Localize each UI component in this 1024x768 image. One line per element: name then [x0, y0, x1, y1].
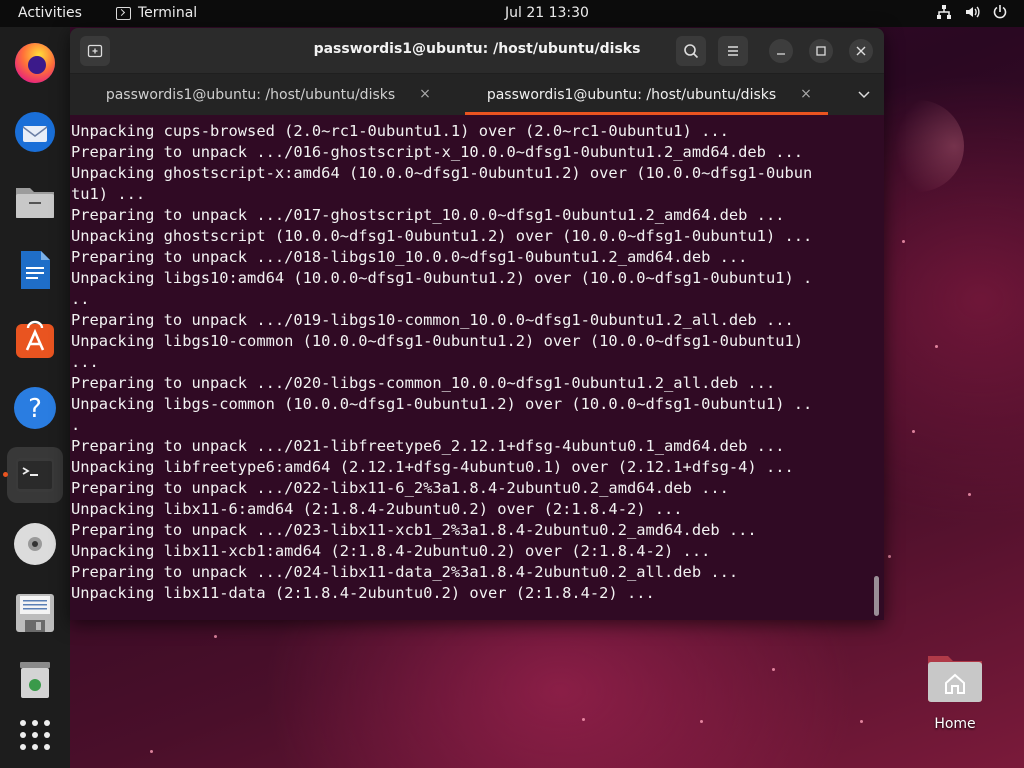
menu-button[interactable] [718, 36, 748, 66]
running-indicator [3, 472, 8, 477]
terminal-line: Preparing to unpack .../016-ghostscript-… [71, 143, 804, 161]
terminal-line: Preparing to unpack .../019-libgs10-comm… [71, 311, 794, 329]
svg-text:?: ? [28, 394, 42, 424]
minimize-button[interactable] [769, 39, 793, 63]
dock-app-center[interactable] [7, 311, 63, 367]
terminal-line: Unpacking libx11-xcb1:amd64 (2:1.8.4-2ub… [71, 542, 711, 560]
app-center-icon [16, 320, 54, 358]
help-icon: ? [14, 387, 56, 429]
minimize-icon [777, 53, 785, 55]
search-button[interactable] [676, 36, 706, 66]
tab-close-icon[interactable]: × [417, 86, 433, 102]
dock-thunderbird[interactable] [7, 104, 63, 160]
system-tray[interactable] [936, 4, 1008, 20]
wallpaper-sparkle [912, 430, 915, 433]
dock-cd-drive[interactable] [7, 516, 63, 572]
terminal-line: Unpacking libgs-common (10.0.0~dfsg1-0ub… [71, 395, 813, 413]
terminal-line: Preparing to unpack .../020-libgs-common… [71, 374, 776, 392]
firefox-icon [15, 43, 55, 83]
title-bar[interactable]: passwordis1@ubuntu: /host/ubuntu/disks [70, 28, 884, 74]
chevron-down-icon[interactable] [856, 86, 872, 102]
wallpaper-sparkle [582, 718, 585, 721]
disc-icon [14, 523, 56, 565]
terminal-line: Preparing to unpack .../021-libfreetype6… [71, 437, 785, 455]
tab-close-icon[interactable]: × [798, 86, 814, 102]
close-window-button[interactable] [849, 39, 873, 63]
wallpaper-shape [884, 100, 964, 192]
dock-floppy[interactable] [7, 585, 63, 641]
terminal-line: Unpacking libx11-data (2:1.8.4-2ubuntu0.… [71, 584, 655, 602]
trash-icon [20, 662, 50, 698]
terminal-line: Unpacking ghostscript (10.0.0~dfsg1-0ubu… [71, 227, 813, 245]
writer-icon [21, 251, 50, 289]
floppy-icon [16, 594, 54, 632]
terminal-line: Preparing to unpack .../017-ghostscript_… [71, 206, 785, 224]
terminal-line: Unpacking libfreetype6:amd64 (2.12.1+dfs… [71, 458, 794, 476]
window-title: passwordis1@ubuntu: /host/ubuntu/disks [313, 41, 641, 57]
terminal-line: Unpacking libgs10:amd64 (10.0.0~dfsg1-0u… [71, 269, 813, 287]
dock-terminal[interactable] [3, 447, 63, 503]
wallpaper-sparkle [860, 720, 863, 723]
files-icon [16, 188, 54, 218]
terminal-line: Preparing to unpack .../018-libgs10_10.0… [71, 248, 748, 266]
dock-files[interactable] [7, 173, 63, 229]
terminal-line: Unpacking cups-browsed (2.0~rc1-0ubuntu1… [71, 122, 729, 140]
dock: ? [0, 27, 70, 768]
tab-2[interactable]: passwordis1@ubuntu: /host/ubuntu/disks × [455, 74, 838, 115]
terminal-line: Unpacking ghostscript-x:amd64 (10.0.0~df… [71, 164, 813, 182]
home-folder-label: Home [934, 716, 976, 732]
tab-bar: passwordis1@ubuntu: /host/ubuntu/disks ×… [70, 74, 884, 115]
wallpaper-sparkle [888, 555, 891, 558]
hamburger-icon [728, 46, 738, 56]
home-folder-icon [928, 656, 982, 702]
power-icon[interactable] [992, 4, 1008, 20]
dock-firefox[interactable] [7, 35, 63, 91]
tab-1[interactable]: passwordis1@ubuntu: /host/ubuntu/disks × [74, 74, 457, 115]
wallpaper-sparkle [935, 345, 938, 348]
terminal-line: Preparing to unpack .../024-libx11-data_… [71, 563, 739, 581]
terminal-line: . [71, 416, 81, 434]
terminal-line: Unpacking libx11-6:amd64 (2:1.8.4-2ubunt… [71, 500, 683, 518]
volume-icon[interactable] [964, 4, 980, 20]
terminal-line: Preparing to unpack .../022-libx11-6_2%3… [71, 479, 729, 497]
terminal-window[interactable]: passwordis1@ubuntu: /host/ubuntu/disks p… [70, 28, 884, 620]
thunderbird-icon [15, 112, 55, 152]
dock-trash[interactable] [7, 651, 63, 707]
terminal-line: tu1) ... [71, 185, 146, 203]
top-bar: Activities Terminal Jul 21 13:30 [0, 0, 1024, 27]
clock[interactable]: Jul 21 13:30 [0, 5, 1024, 21]
grid-icon [20, 720, 50, 750]
terminal-line: ... [71, 353, 99, 371]
terminal-output[interactable]: Unpacking cups-browsed (2.0~rc1-0ubuntu1… [70, 115, 884, 620]
wallpaper-sparkle [700, 720, 703, 723]
wallpaper-sparkle [968, 493, 971, 496]
terminal-icon [16, 458, 54, 492]
maximize-button[interactable] [809, 39, 833, 63]
maximize-icon [816, 46, 826, 56]
tab-label: passwordis1@ubuntu: /host/ubuntu/disks [486, 86, 777, 103]
desktop-home-folder[interactable]: Home [922, 652, 988, 752]
dock-writer[interactable] [7, 242, 63, 298]
wallpaper-sparkle [772, 668, 775, 671]
tab-label: passwordis1@ubuntu: /host/ubuntu/disks [105, 86, 396, 103]
dock-help[interactable]: ? [7, 380, 63, 436]
terminal-line: .. [71, 290, 90, 308]
search-icon [684, 44, 699, 59]
network-icon[interactable] [936, 4, 952, 20]
wallpaper-sparkle [214, 635, 217, 638]
wallpaper-sparkle [902, 240, 905, 243]
dock-show-apps[interactable] [7, 707, 63, 763]
close-icon [856, 46, 866, 56]
wallpaper-sparkle [150, 750, 153, 753]
scrollbar[interactable] [874, 576, 879, 616]
terminal-line: Preparing to unpack .../023-libx11-xcb1_… [71, 521, 757, 539]
terminal-line: Unpacking libgs10-common (10.0.0~dfsg1-0… [71, 332, 804, 350]
